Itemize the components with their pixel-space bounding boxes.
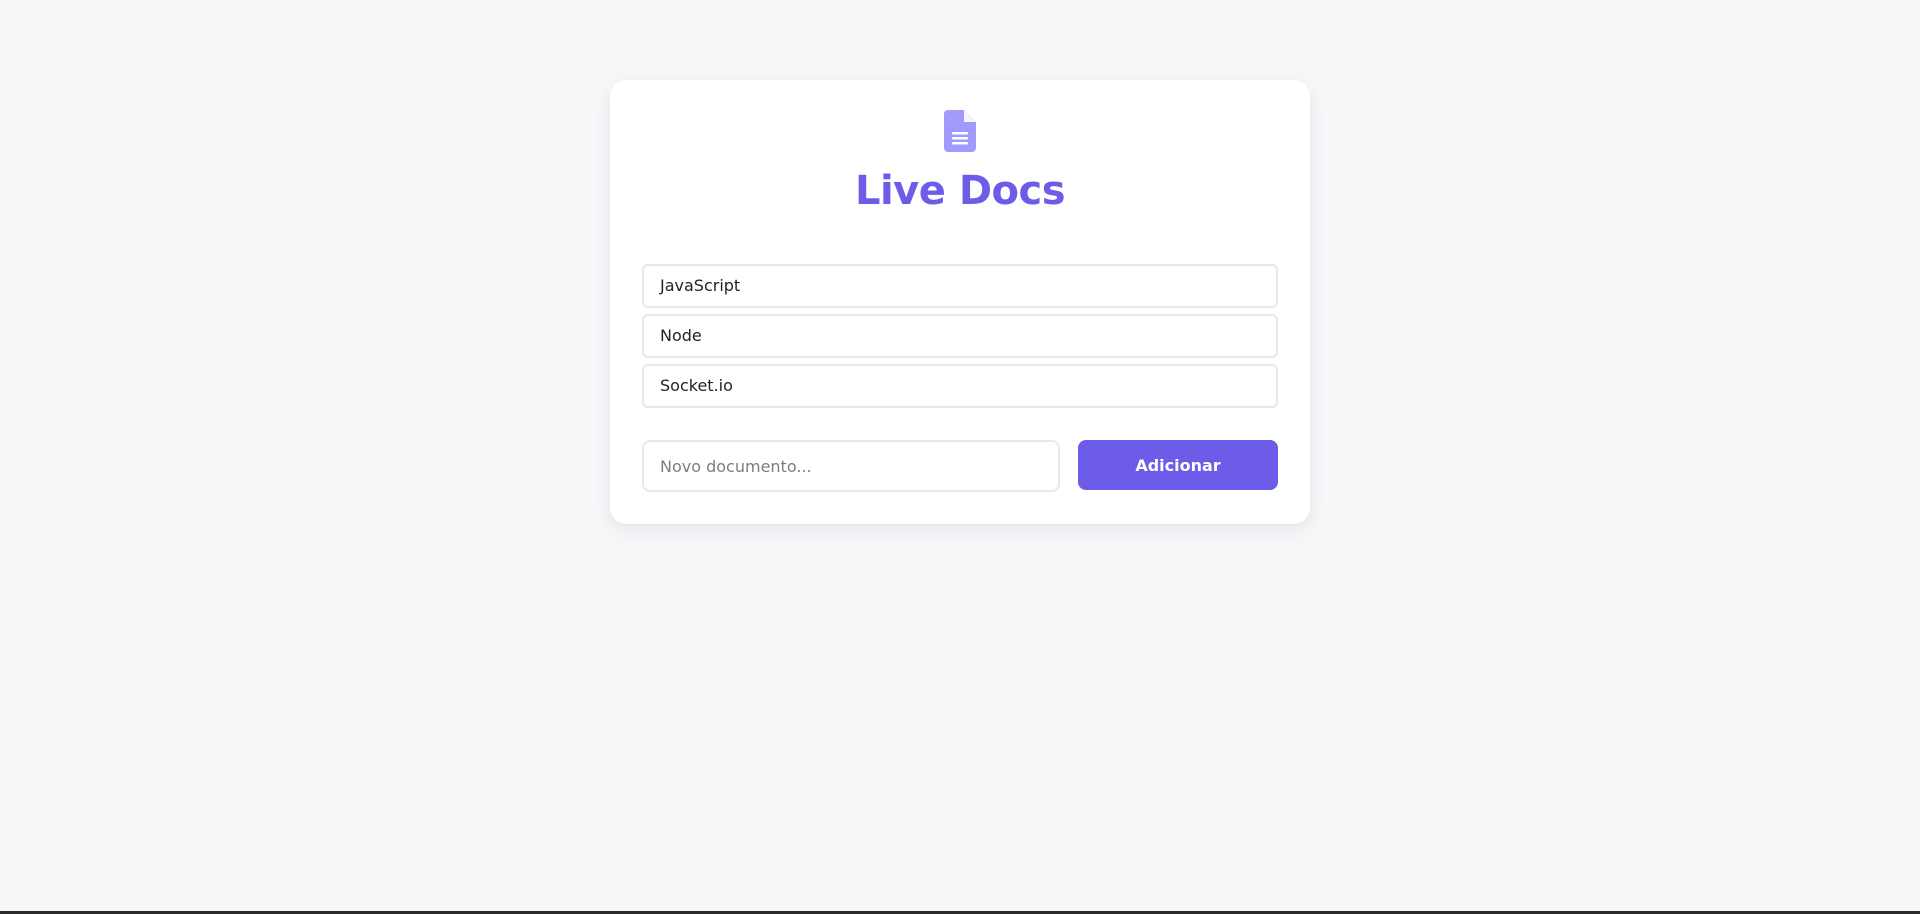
page-title: Live Docs bbox=[854, 168, 1066, 214]
document-item-node[interactable]: Node bbox=[642, 314, 1278, 358]
new-document-input[interactable] bbox=[642, 440, 1060, 492]
document-item-socket-io[interactable]: Socket.io bbox=[642, 364, 1278, 408]
page: Live Docs JavaScript Node Socket.io Adic… bbox=[0, 0, 1920, 914]
add-document-form: Adicionar bbox=[642, 440, 1278, 492]
document-item-javascript[interactable]: JavaScript bbox=[642, 264, 1278, 308]
documents-card: Live Docs JavaScript Node Socket.io Adic… bbox=[610, 80, 1310, 524]
document-icon bbox=[944, 110, 976, 152]
add-document-button[interactable]: Adicionar bbox=[1078, 440, 1278, 490]
document-list: JavaScript Node Socket.io bbox=[642, 264, 1278, 414]
